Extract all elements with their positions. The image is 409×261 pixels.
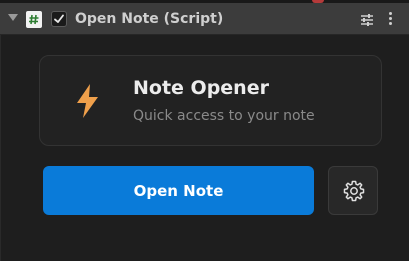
open-note-button[interactable]: Open Note [43, 166, 314, 215]
card-subtitle: Quick access to your note [133, 108, 315, 124]
script-icon [26, 11, 42, 28]
kebab-menu-icon[interactable] [387, 12, 395, 26]
component-title: Open Note (Script) [75, 11, 224, 27]
lightning-bolt-icon [74, 83, 102, 119]
card-title: Note Opener [133, 77, 269, 99]
foldout-arrow-icon[interactable] [8, 14, 18, 21]
component-header[interactable]: Open Note (Script) [0, 3, 409, 35]
gear-icon [343, 180, 365, 202]
enabled-checkbox[interactable] [51, 11, 67, 27]
settings-button[interactable] [328, 166, 378, 215]
presets-icon[interactable] [360, 12, 374, 26]
